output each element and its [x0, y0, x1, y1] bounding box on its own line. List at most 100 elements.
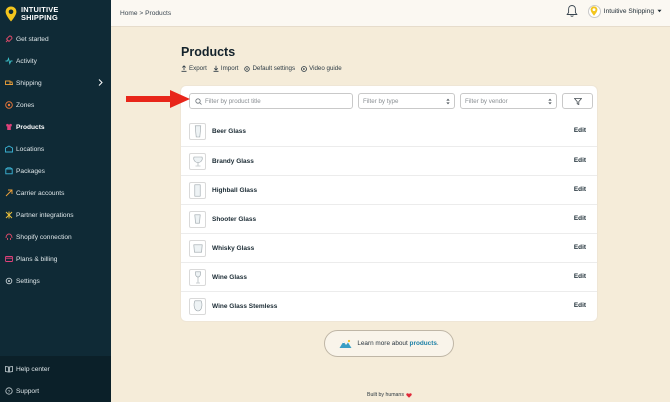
- annotation-arrow-icon: [126, 90, 190, 108]
- default-settings-button[interactable]: Default settings: [244, 65, 295, 72]
- vendor-filter-select[interactable]: Filter by vendor: [460, 93, 557, 109]
- sidebar-item-packages[interactable]: Packages: [0, 160, 111, 182]
- filter-bar: Filter by product title Filter by type F…: [189, 93, 593, 109]
- breadcrumb[interactable]: Home > Products: [120, 10, 171, 17]
- import-label: Import: [220, 65, 239, 72]
- locations-icon: [4, 145, 13, 154]
- footer-text: Built by humans: [367, 392, 404, 398]
- sidebar-item-zones[interactable]: Zones: [0, 94, 111, 116]
- mountain-illustration-icon: [339, 339, 352, 348]
- product-name[interactable]: Wine Glass Stemless: [212, 303, 277, 310]
- sidebar-item-settings[interactable]: Settings: [0, 270, 111, 292]
- advanced-filter-button[interactable]: [562, 93, 593, 109]
- product-name[interactable]: Highball Glass: [212, 187, 257, 194]
- sidebar-item-shipping[interactable]: Shipping: [0, 72, 111, 94]
- avatar: [587, 4, 601, 18]
- product-row-brandy-glass[interactable]: Brandy Glass Edit: [181, 146, 597, 175]
- product-row-whisky-glass[interactable]: Whisky Glass Edit: [181, 233, 597, 262]
- product-name[interactable]: Wine Glass: [212, 274, 247, 281]
- sidebar-item-label: Partner integrations: [16, 211, 74, 219]
- import-button[interactable]: Import: [213, 65, 239, 72]
- upload-icon: [181, 65, 187, 72]
- download-icon: [213, 65, 219, 72]
- wine-glass-stemless-thumbnail: [189, 297, 206, 315]
- search-placeholder: Filter by product title: [205, 97, 261, 105]
- sidebar-item-help-center[interactable]: Help center: [0, 358, 111, 380]
- learn-more-prefix: Learn more about: [357, 340, 408, 347]
- sidebar-item-label: Locations: [16, 145, 45, 153]
- product-name[interactable]: Brandy Glass: [212, 158, 254, 165]
- sidebar-item-carrier-accounts[interactable]: Carrier accounts: [0, 182, 111, 204]
- type-filter-placeholder: Filter by type: [363, 97, 399, 105]
- product-row-beer-glass[interactable]: Beer Glass Edit: [181, 117, 597, 146]
- brand-line-2: SHIPPING: [21, 13, 58, 22]
- product-name[interactable]: Shooter Glass: [212, 216, 256, 223]
- sidebar-footer: Help center ? Support: [0, 356, 111, 402]
- edit-button[interactable]: Edit: [574, 157, 586, 164]
- filter-funnel-icon: [573, 97, 582, 105]
- export-label: Export: [189, 65, 207, 72]
- beer-glass-thumbnail: [189, 123, 206, 140]
- topbar-right: Intuitive Shipping: [566, 4, 662, 18]
- search-input[interactable]: Filter by product title: [189, 93, 353, 109]
- sidebar-item-label: Carrier accounts: [16, 189, 65, 197]
- page-footer: Built by humans: [367, 392, 412, 398]
- wine-glass-thumbnail: [189, 268, 206, 286]
- sidebar-item-support[interactable]: ? Support: [0, 380, 111, 402]
- edit-button[interactable]: Edit: [574, 127, 586, 134]
- sidebar-item-label: Activity: [16, 57, 37, 65]
- type-filter-select[interactable]: Filter by type: [358, 93, 455, 109]
- support-icon: ?: [4, 387, 13, 396]
- account-menu[interactable]: Intuitive Shipping: [587, 4, 662, 18]
- rocket-icon: [4, 35, 13, 44]
- video-guide-label: Video guide: [309, 65, 342, 72]
- bell-icon[interactable]: [566, 4, 578, 18]
- video-guide-button[interactable]: Video guide: [301, 65, 342, 72]
- zones-icon: [4, 101, 13, 110]
- sidebar-item-label: Shipping: [16, 79, 42, 87]
- sidebar-item-label: Zones: [16, 101, 35, 109]
- edit-button[interactable]: Edit: [574, 186, 586, 193]
- brandy-glass-thumbnail: [189, 152, 206, 170]
- integrations-icon: [4, 211, 13, 220]
- learn-more-suffix: .: [436, 340, 439, 347]
- gear-icon: [244, 65, 251, 72]
- edit-button[interactable]: Edit: [574, 273, 586, 280]
- chevron-right-icon: [98, 79, 103, 86]
- product-name[interactable]: Whisky Glass: [212, 245, 254, 252]
- page-title: Products: [181, 45, 236, 59]
- activity-icon: [4, 57, 13, 66]
- sidebar: INTUITIVE SHIPPING Get started Activity …: [0, 0, 111, 402]
- product-list: Beer Glass Edit Brandy Glass Edit Highba…: [181, 117, 597, 320]
- default-settings-label: Default settings: [252, 65, 296, 72]
- product-row-highball-glass[interactable]: Highball Glass Edit: [181, 175, 597, 204]
- sidebar-item-activity[interactable]: Activity: [0, 50, 111, 72]
- account-name: Intuitive Shipping: [603, 7, 654, 15]
- sidebar-item-shopify-connection[interactable]: Shopify connection: [0, 226, 111, 248]
- sidebar-item-get-started[interactable]: Get started: [0, 28, 111, 50]
- edit-button[interactable]: Edit: [574, 244, 586, 251]
- learn-more-text: Learn more about products.: [357, 340, 438, 347]
- product-row-wine-glass-stemless[interactable]: Wine Glass Stemless Edit: [181, 291, 597, 320]
- page-actions: Export Import Default settings Video gui…: [181, 65, 342, 72]
- learn-more-link[interactable]: products: [410, 340, 437, 347]
- product-row-shooter-glass[interactable]: Shooter Glass Edit: [181, 204, 597, 233]
- sidebar-item-products[interactable]: Products: [0, 116, 111, 138]
- sidebar-item-label: Shopify connection: [16, 233, 72, 241]
- edit-button[interactable]: Edit: [574, 302, 586, 309]
- sidebar-item-label: Plans & billing: [16, 255, 58, 263]
- shipping-icon: [4, 79, 13, 88]
- export-button[interactable]: Export: [181, 65, 207, 72]
- top-bar: Home > Products Intuitive Shipping: [111, 0, 670, 27]
- learn-more-button[interactable]: Learn more about products.: [324, 330, 454, 357]
- shopify-icon: [4, 233, 13, 242]
- edit-button[interactable]: Edit: [574, 215, 586, 222]
- sidebar-item-partner-integrations[interactable]: Partner integrations: [0, 204, 111, 226]
- search-icon: [195, 97, 202, 105]
- product-name[interactable]: Beer Glass: [212, 128, 246, 135]
- sidebar-item-plans-billing[interactable]: Plans & billing: [0, 248, 111, 270]
- brand-logo[interactable]: INTUITIVE SHIPPING: [0, 0, 111, 28]
- product-row-wine-glass[interactable]: Wine Glass Edit: [181, 262, 597, 291]
- sidebar-item-locations[interactable]: Locations: [0, 138, 111, 160]
- billing-icon: [4, 255, 13, 264]
